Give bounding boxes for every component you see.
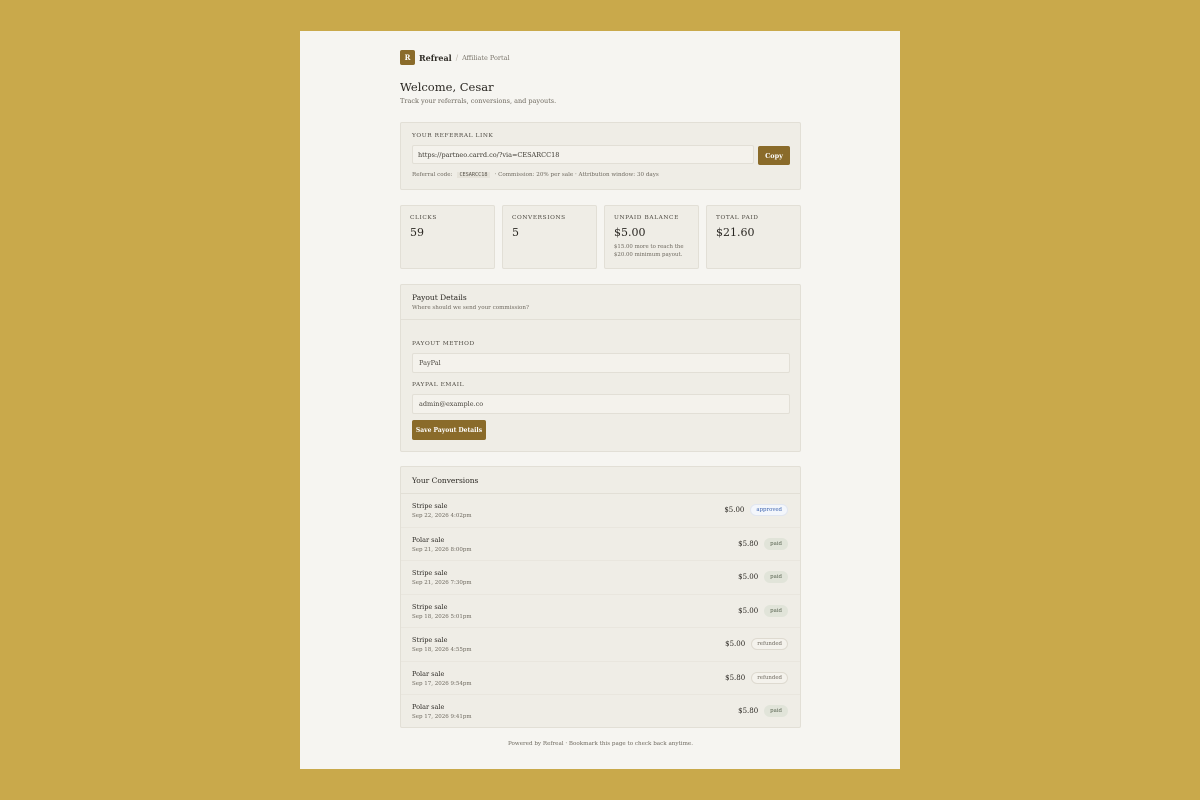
- stat-total-paid: TOTAL PAID $21.60: [706, 205, 801, 269]
- save-payout-button[interactable]: Save Payout Details: [412, 420, 486, 440]
- conversions-list: Stripe sale Sep 22, 2026 4:02pm $5.00 ap…: [401, 494, 800, 727]
- brand-logo: R: [400, 50, 415, 65]
- referral-code-label: Referral code:: [412, 172, 453, 178]
- payout-method-label: PAYOUT METHOD: [412, 341, 475, 347]
- conversion-right: $5.00 refunded: [725, 638, 788, 650]
- referral-meta: Referral code: CESARCC18 · Commission: 2…: [412, 172, 659, 178]
- stat-value: $5.00: [614, 226, 646, 239]
- conversion-title: Polar sale: [412, 535, 445, 544]
- stat-clicks: CLICKS 59: [400, 205, 495, 269]
- payout-title: Payout Details: [412, 293, 467, 302]
- stats-row: CLICKS 59 CONVERSIONS 5 UNPAID BALANCE $…: [400, 205, 801, 269]
- conversion-date: Sep 22, 2026 4:02pm: [412, 513, 472, 519]
- conversion-date: Sep 17, 2026 9:41pm: [412, 714, 472, 720]
- referral-link-card: YOUR REFERRAL LINK https://partneo.carrd…: [400, 122, 801, 190]
- stat-unpaid-balance: UNPAID BALANCE $5.00 $15.00 more to reac…: [604, 205, 699, 269]
- referral-link-label: YOUR REFERRAL LINK: [412, 133, 494, 139]
- conversion-title: Stripe sale: [412, 602, 448, 611]
- status-badge: paid: [764, 537, 788, 550]
- conversions-header: Your Conversions: [401, 467, 800, 494]
- conversion-date: Sep 21, 2026 7:30pm: [412, 580, 472, 586]
- conversion-amount: $5.80: [738, 539, 759, 548]
- page-tagline: Track your referrals, conversions, and p…: [400, 97, 557, 105]
- status-badge: paid: [764, 705, 788, 717]
- conversion-amount: $5.80: [725, 673, 746, 682]
- conversion-title: Polar sale: [412, 669, 445, 678]
- conversions-title: Your Conversions: [412, 476, 479, 485]
- referral-code: CESARCC18: [457, 172, 490, 178]
- conversion-amount: $5.00: [738, 606, 759, 615]
- paypal-email-field[interactable]: admin@example.co: [412, 394, 790, 414]
- conversion-right: $5.80 paid: [738, 705, 788, 717]
- stat-label: UNPAID BALANCE: [614, 215, 679, 221]
- conversions-card: Your Conversions Stripe sale Sep 22, 202…: [400, 466, 801, 728]
- conversion-amount: $5.00: [725, 640, 746, 648]
- list-item: Stripe sale Sep 18, 2026 4:55pm $5.00 re…: [401, 628, 800, 662]
- list-item: Polar sale Sep 17, 2026 9:41pm $5.80 pai…: [401, 695, 800, 727]
- status-badge: approved: [750, 504, 788, 516]
- conversion-date: Sep 18, 2026 5:01pm: [412, 613, 472, 620]
- conversion-date: Sep 18, 2026 4:55pm: [412, 647, 472, 653]
- conversion-right: $5.80 refunded: [725, 671, 788, 684]
- conversion-title: Stripe sale: [412, 636, 448, 644]
- stat-note: $15.00 more to reach the $20.00 minimum …: [614, 244, 684, 258]
- stat-conversions: CONVERSIONS 5: [502, 205, 597, 269]
- brand-name: Refreal: [419, 52, 452, 63]
- payout-header: Payout Details Where should we send your…: [401, 285, 800, 320]
- conversion-right: $5.00 paid: [738, 604, 788, 617]
- status-badge: refunded: [751, 638, 788, 650]
- brand-bar: R Refreal / Affiliate Portal: [400, 50, 510, 65]
- stat-value: $21.60: [716, 226, 755, 239]
- brand-subtitle: Affiliate Portal: [462, 53, 510, 62]
- page-title: Welcome, Cesar: [400, 80, 494, 94]
- list-item: Stripe sale Sep 21, 2026 7:30pm $5.00 pa…: [401, 561, 800, 595]
- stat-label: CONVERSIONS: [512, 215, 566, 221]
- conversion-amount: $5.00: [738, 573, 759, 581]
- list-item: Stripe sale Sep 18, 2026 5:01pm $5.00 pa…: [401, 595, 800, 628]
- payout-method-select[interactable]: PayPal: [412, 353, 790, 373]
- paypal-email-label: PAYPAL EMAIL: [412, 382, 465, 388]
- stat-label: TOTAL PAID: [716, 215, 759, 221]
- portal-page: R Refreal / Affiliate Portal Welcome, Ce…: [300, 31, 900, 769]
- brand-separator: /: [455, 53, 459, 62]
- conversion-title: Stripe sale: [412, 569, 448, 577]
- conversion-title: Polar sale: [412, 703, 445, 711]
- referral-link-field[interactable]: https://partneo.carrd.co/?via=CESARCC18: [412, 145, 754, 164]
- status-badge: paid: [764, 571, 788, 583]
- stat-label: CLICKS: [410, 215, 437, 221]
- stat-value: 59: [410, 226, 424, 239]
- list-item: Polar sale Sep 21, 2026 8:00pm $5.80 pai…: [401, 528, 800, 561]
- conversion-right: $5.80 paid: [738, 537, 788, 550]
- page-footer: Powered by Refreal · Bookmark this page …: [508, 741, 693, 747]
- list-item: Stripe sale Sep 22, 2026 4:02pm $5.00 ap…: [401, 494, 800, 528]
- conversion-date: Sep 17, 2026 9:54pm: [412, 680, 472, 687]
- commission-info: · Commission: 20% per sale · Attribution…: [494, 172, 659, 178]
- payout-subtitle: Where should we send your commission?: [412, 305, 530, 311]
- stat-value: 5: [512, 226, 519, 239]
- copy-button[interactable]: Copy: [758, 146, 790, 165]
- conversion-amount: $5.00: [724, 506, 745, 514]
- status-badge: refunded: [751, 671, 788, 684]
- conversion-date: Sep 21, 2026 8:00pm: [412, 546, 472, 553]
- conversion-right: $5.00 approved: [724, 504, 788, 516]
- status-badge: paid: [764, 604, 788, 617]
- conversion-right: $5.00 paid: [738, 571, 788, 583]
- list-item: Polar sale Sep 17, 2026 9:54pm $5.80 ref…: [401, 662, 800, 695]
- conversion-amount: $5.80: [738, 707, 759, 715]
- conversion-title: Stripe sale: [412, 502, 448, 510]
- payout-details-card: Payout Details Where should we send your…: [400, 284, 801, 452]
